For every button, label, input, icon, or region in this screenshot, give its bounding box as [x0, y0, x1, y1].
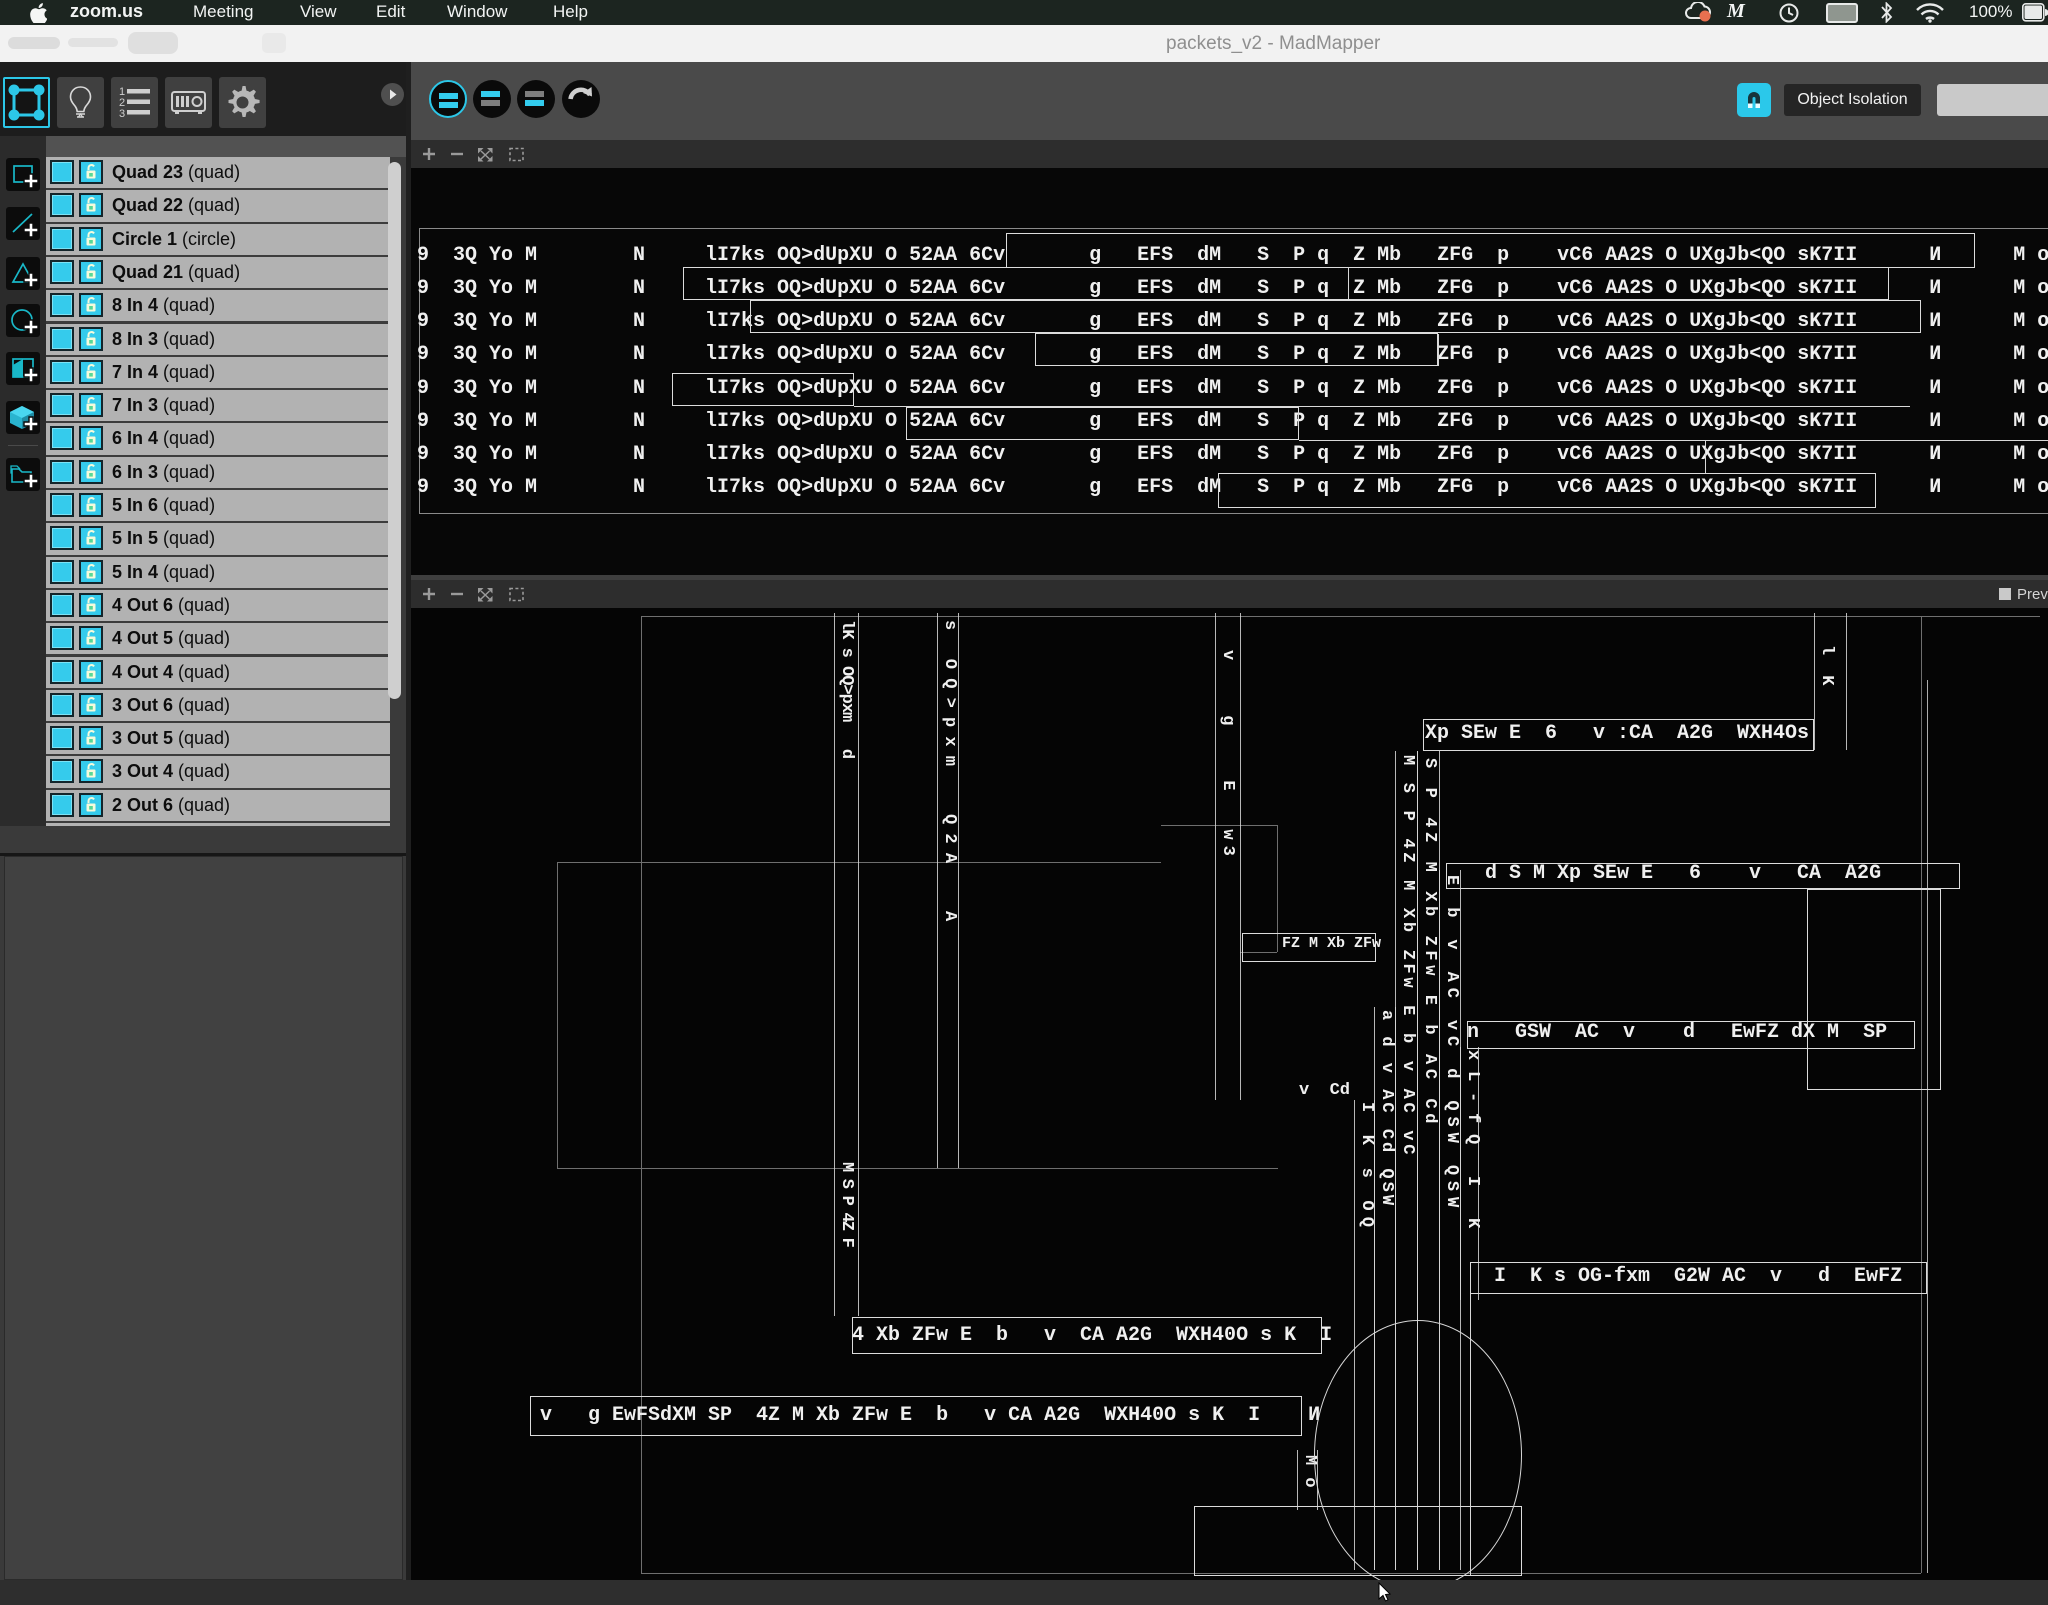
svg-text:3: 3: [119, 108, 125, 120]
